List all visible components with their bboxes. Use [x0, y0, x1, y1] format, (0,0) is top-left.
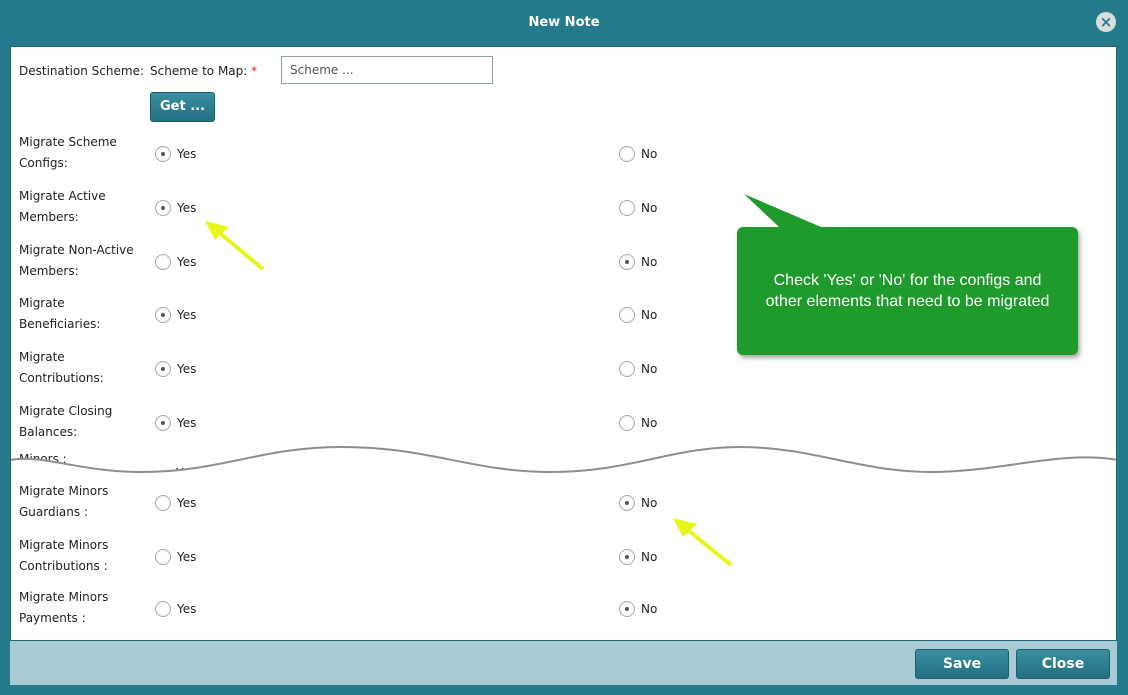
- option-label-line2: Configs:: [19, 156, 68, 170]
- radio-button-no[interactable]: [619, 415, 635, 431]
- option-label: Migrate Contributions:: [19, 347, 144, 389]
- get-button[interactable]: Get ...: [150, 92, 215, 122]
- radio-label-no: No: [641, 362, 658, 376]
- new-note-dialog: New Note × Destination Scheme: Scheme to…: [0, 0, 1128, 695]
- radio-label-no: No: [641, 308, 658, 322]
- radio-label-no: No: [641, 255, 658, 269]
- close-circle-icon[interactable]: ×: [1096, 12, 1116, 32]
- save-button[interactable]: Save: [915, 649, 1009, 679]
- radio-label-yes: Yes: [177, 201, 197, 215]
- option-label-line1: Migrate Minors: [19, 538, 109, 552]
- option-label-line2: Members:: [19, 264, 79, 278]
- radio-yes[interactable]: Yes: [155, 254, 196, 270]
- destination-scheme-label: Destination Scheme:: [19, 64, 144, 78]
- option-label-line1: Migrate Minors: [19, 590, 109, 604]
- radio-label-yes: Yes: [177, 602, 197, 616]
- radio-button-no[interactable]: [619, 361, 635, 377]
- radio-label-no: No: [641, 550, 658, 564]
- radio-button-no[interactable]: [619, 549, 635, 565]
- option-label-line1: Migrate Minors: [19, 484, 109, 498]
- option-label-line1: Migrate Scheme: [19, 135, 117, 149]
- option-label-line2: Beneficiaries:: [19, 317, 101, 331]
- radio-button-no[interactable]: [619, 601, 635, 617]
- radio-no[interactable]: No: [619, 254, 657, 270]
- scheme-to-map-text: Scheme to Map:: [150, 64, 248, 78]
- radio-yes[interactable]: Yes: [155, 601, 196, 617]
- radio-button-yes[interactable]: [155, 549, 171, 565]
- radio-yes[interactable]: Yes: [155, 415, 196, 431]
- radio-button-yes[interactable]: [155, 361, 171, 377]
- radio-label-yes: Yes: [177, 416, 197, 430]
- radio-yes[interactable]: Yes: [155, 307, 196, 323]
- scheme-input[interactable]: [281, 56, 493, 84]
- option-label-line1: Migrate: [19, 350, 65, 364]
- radio-no[interactable]: No: [619, 361, 657, 377]
- radio-label-yes: Yes: [177, 362, 197, 376]
- radio-no[interactable]: No: [619, 415, 657, 431]
- radio-yes[interactable]: Yes: [155, 361, 196, 377]
- radio-button-yes[interactable]: [155, 146, 171, 162]
- radio-button-no[interactable]: [619, 200, 635, 216]
- radio-button-no[interactable]: [619, 146, 635, 162]
- radio-yes[interactable]: Yes: [155, 200, 196, 216]
- radio-button-no[interactable]: [619, 495, 635, 511]
- option-label: Migrate Closing Balances:: [19, 401, 144, 443]
- migration-option-row: Migrate Scheme Configs: Yes No: [11, 132, 1116, 180]
- option-label-line1: Migrate Closing: [19, 404, 113, 418]
- close-button[interactable]: Close: [1016, 649, 1110, 679]
- radio-label-yes: Yes: [177, 550, 197, 564]
- radio-label-yes: Yes: [177, 308, 197, 322]
- radio-button-no[interactable]: [619, 254, 635, 270]
- radio-label-yes: Yes: [177, 147, 197, 161]
- migration-option-row: Migrate Minors Contributions : Yes No: [11, 535, 1116, 583]
- radio-label-no: No: [641, 201, 658, 215]
- option-label-line2: Members:: [19, 210, 79, 224]
- option-label: Migrate Scheme Configs:: [19, 132, 144, 174]
- radio-yes[interactable]: Yes: [155, 549, 196, 565]
- option-label-line1: Migrate Non-Active: [19, 243, 134, 257]
- radio-no[interactable]: No: [619, 495, 657, 511]
- option-label-line2: Contributions:: [19, 371, 104, 385]
- option-label-line2: Guardians :: [19, 505, 88, 519]
- radio-no[interactable]: No: [619, 601, 657, 617]
- radio-label-no: No: [641, 496, 658, 510]
- instruction-callout: Check 'Yes' or 'No' for the configs and …: [737, 227, 1078, 355]
- required-mark: *: [251, 64, 258, 78]
- migration-option-row: Migrate Minors Payments : Yes No: [11, 587, 1116, 635]
- radio-yes[interactable]: Yes: [155, 495, 196, 511]
- radio-label-yes: Yes: [177, 496, 197, 510]
- option-label: Migrate Minors Guardians :: [19, 481, 144, 523]
- option-label: Migrate Beneficiaries:: [19, 293, 144, 335]
- dialog-footer: Save Close: [10, 641, 1117, 685]
- radio-button-yes[interactable]: [155, 307, 171, 323]
- radio-yes[interactable]: Yes: [155, 146, 196, 162]
- radio-no[interactable]: No: [619, 307, 657, 323]
- scheme-to-map-label: Scheme to Map: *: [150, 61, 257, 82]
- radio-button-yes[interactable]: [155, 495, 171, 511]
- option-label: Migrate Non-Active Members:: [19, 240, 144, 282]
- radio-no[interactable]: No: [619, 200, 657, 216]
- option-label: Migrate Active Members:: [19, 186, 144, 228]
- radio-label-yes: Yes: [177, 255, 197, 269]
- option-label-line1: Migrate Active: [19, 189, 106, 203]
- radio-label-no: No: [641, 147, 658, 161]
- radio-no[interactable]: No: [619, 549, 657, 565]
- radio-label-no: No: [641, 416, 658, 430]
- radio-button-yes[interactable]: [155, 254, 171, 270]
- dialog-title: New Note: [528, 15, 600, 30]
- option-label-line2: Contributions :: [19, 559, 108, 573]
- option-label-line2: Payments :: [19, 611, 86, 625]
- option-label: Migrate Minors Contributions :: [19, 535, 144, 577]
- radio-button-yes[interactable]: [155, 601, 171, 617]
- radio-button-yes[interactable]: [155, 200, 171, 216]
- radio-label-no: No: [641, 602, 658, 616]
- migration-option-row: Migrate Minors Guardians : Yes No: [11, 481, 1116, 529]
- option-label-line1: Migrate: [19, 296, 65, 310]
- radio-no[interactable]: No: [619, 146, 657, 162]
- dialog-content: Destination Scheme: Scheme to Map: * Get…: [10, 46, 1117, 641]
- option-label: Migrate Minors Payments :: [19, 587, 144, 629]
- radio-button-yes[interactable]: [155, 415, 171, 431]
- option-label-line2: Balances:: [19, 425, 78, 439]
- radio-button-no[interactable]: [619, 307, 635, 323]
